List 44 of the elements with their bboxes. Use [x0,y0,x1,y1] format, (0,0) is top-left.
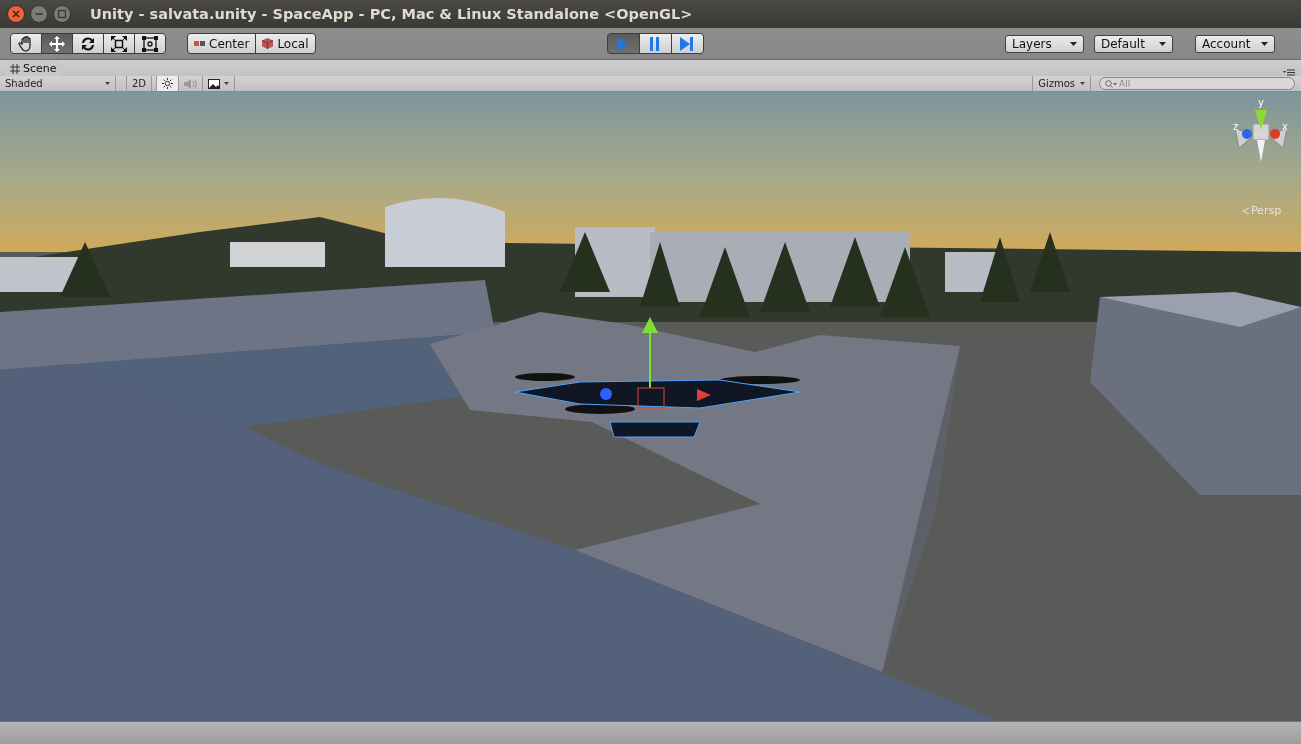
lighting-toggle[interactable] [157,76,180,91]
2d-toggle[interactable]: 2D [127,76,153,91]
rect-tool-icon [141,34,159,53]
rotate-icon [79,34,97,53]
axis-label: z [1233,121,1239,132]
caret-icon [105,82,110,85]
caret-icon [1070,41,1077,46]
grid-icon [10,63,20,74]
axis-label: y [1258,97,1264,108]
caret-icon [224,82,230,85]
dropdown[interactable]: Account [1195,34,1275,53]
search-icon [1105,80,1117,88]
gizmos-dropdown[interactable]: Gizmos [1032,76,1091,91]
caret-icon [1159,41,1166,46]
search-field[interactable]: All [1099,77,1295,90]
move-arrows-icon [48,34,66,53]
shading-dropdown[interactable]: Shaded [0,76,116,91]
chevron-left-icon [1240,206,1250,215]
scale-icon [110,34,128,53]
minimize-icon [30,5,48,23]
sun-icon [162,78,174,89]
window-title: Unity - salvata.unity - SpaceApp - PC, Mac & Linux Standalone <OpenGL> [90,6,693,22]
dropdown[interactable]: Default [1094,34,1173,53]
maximize-icon [53,5,71,23]
transform-tool-button[interactable] [73,34,103,53]
caret-icon [1080,82,1085,85]
menu-icon [1283,69,1295,76]
transform-tool-button[interactable] [42,34,72,53]
dropdown[interactable]: Layers [1005,34,1084,53]
transform-tool-button[interactable] [135,34,165,53]
axis-label: x [1282,121,1288,132]
pivot-rotation-button[interactable]: Local [256,34,315,53]
close-icon [7,5,25,23]
transform-tool-button[interactable] [104,34,134,53]
transform-tool-button[interactable] [11,34,41,53]
caret-icon [1261,41,1268,46]
cube-icon [262,38,274,49]
pivot-mode-button[interactable]: Center [188,34,256,53]
step-button[interactable] [671,34,703,53]
pause-button[interactable] [639,34,671,53]
image-icon [208,78,221,89]
pivot-icon [194,38,205,49]
scene-tab[interactable]: Scene [6,61,61,76]
speaker-icon [184,78,198,89]
